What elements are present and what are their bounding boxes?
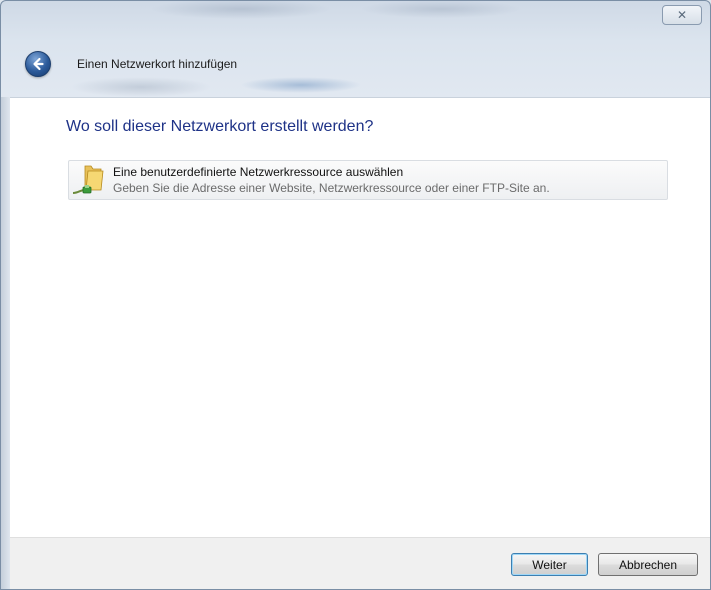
wizard-footer: Weiter Abbrechen bbox=[10, 537, 710, 589]
back-button[interactable] bbox=[25, 51, 51, 77]
option-title: Eine benutzerdefinierte Netzwerkressourc… bbox=[113, 165, 404, 179]
option-description: Geben Sie die Adresse einer Website, Net… bbox=[113, 181, 550, 195]
wizard-content: Wo soll dieser Netzwerkort erstellt werd… bbox=[10, 97, 710, 538]
wizard-title: Einen Netzwerkort hinzufügen bbox=[77, 57, 238, 71]
cancel-button[interactable]: Abbrechen bbox=[598, 553, 698, 576]
close-icon: ✕ bbox=[676, 8, 688, 22]
wizard-header: Einen Netzwerkort hinzufügen bbox=[1, 43, 710, 85]
page-title: Wo soll dieser Netzwerkort erstellt werd… bbox=[66, 118, 374, 135]
back-arrow-icon bbox=[33, 57, 44, 71]
wizard-window: ✕ Einen Netzwerkort hinzufügen Wo soll d… bbox=[0, 0, 711, 590]
window-frame-edge bbox=[1, 97, 10, 589]
custom-network-location-option[interactable]: Eine benutzerdefinierte Netzwerkressourc… bbox=[68, 160, 668, 200]
close-button[interactable]: ✕ bbox=[662, 5, 702, 25]
next-button[interactable]: Weiter bbox=[511, 553, 588, 576]
network-folder-icon bbox=[72, 165, 104, 194]
